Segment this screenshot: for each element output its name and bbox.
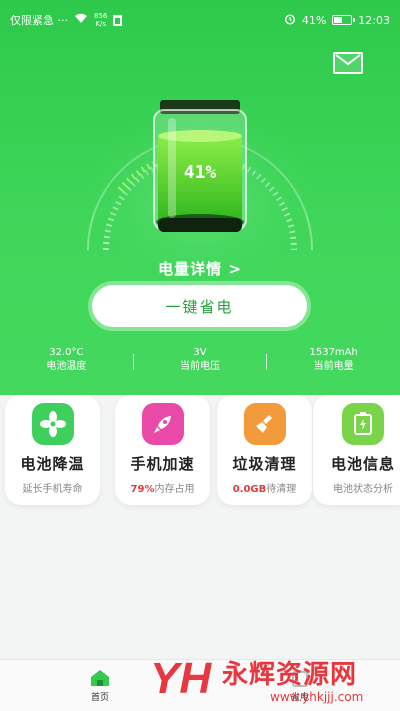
clock: 12:03	[358, 13, 390, 27]
card-title: 电池降温	[20, 455, 85, 473]
card-title: 电池信息	[330, 455, 395, 473]
card-junk-clean[interactable]: 垃圾清理 0.0GB待清理	[217, 395, 312, 505]
site-watermark: YH 永辉资源网 www.yhkjjj.com	[150, 650, 400, 711]
card-title: 手机加速	[130, 455, 195, 473]
battery-gauge: 41%	[70, 70, 330, 280]
stat-label: 当前电压	[180, 361, 220, 372]
card-phone-boost[interactable]: 手机加速 79%内存占用	[115, 395, 210, 505]
card-battery-info[interactable]: 电池信息 电池状态分析	[313, 395, 400, 505]
card-subtitle-text: 电池状态分析	[333, 484, 393, 495]
card-subtitle-text: 延长手机寿命	[22, 484, 83, 495]
network-speed-value: 856	[94, 12, 108, 20]
card-subtitle: 79%内存占用	[115, 480, 210, 495]
battery-status-icon	[332, 15, 356, 25]
broom-icon	[243, 403, 286, 445]
network-speed-unit: K/s	[95, 20, 106, 28]
mail-icon	[335, 54, 361, 66]
card-subtitle: 电池状态分析	[313, 480, 400, 495]
stat-value: 1537mAh	[309, 347, 358, 358]
wifi-icon	[74, 13, 88, 27]
fan-icon	[31, 403, 74, 445]
home-icon	[89, 668, 111, 688]
stat-temperature: 32.0°C 电池温度	[0, 346, 133, 378]
feature-cards: 电池降温 延长手机寿命 手机加速 79%内存占用 垃圾清理 0.0GB待清理 电…	[0, 395, 400, 510]
alarm-icon	[284, 13, 296, 28]
watermark-title: 永辉资源网	[222, 660, 358, 690]
sim-card-icon	[113, 14, 123, 26]
watermark-url: www.yhkjjj.com	[270, 690, 364, 704]
card-title: 垃圾清理	[232, 455, 297, 473]
status-bar: 仅限紧急 ··· 856 K/s 41% 12:03	[0, 0, 400, 40]
card-subtitle: 延长手机寿命	[5, 480, 100, 495]
stat-label: 当前电量	[313, 361, 354, 372]
stat-voltage: 3V 当前电压	[134, 346, 267, 378]
network-speed: 856 K/s	[94, 12, 107, 28]
card-subtitle-text: 待清理	[266, 484, 297, 495]
memory-usage-value: 79%	[130, 484, 155, 495]
power-details-link[interactable]: 电量详情 >	[0, 258, 400, 279]
rocket-icon	[141, 403, 184, 445]
card-battery-cooling[interactable]: 电池降温 延长手机寿命	[5, 395, 100, 505]
battery-stats: 32.0°C 电池温度 3V 当前电压 1537mAh 当前电量	[0, 346, 400, 378]
notification-text: 仅限紧急 ···	[10, 14, 68, 27]
battery-percent: 41%	[301, 13, 327, 27]
one-tap-save-button[interactable]: 一键省电	[92, 285, 307, 327]
stat-capacity: 1537mAh 当前电量	[267, 346, 400, 378]
battery-level-text: 41%	[183, 162, 217, 183]
card-subtitle-text: 内存占用	[154, 484, 195, 495]
stat-label: 电池温度	[46, 361, 87, 372]
card-subtitle: 0.0GB待清理	[217, 480, 312, 495]
stat-value: 32.0°C	[49, 347, 84, 358]
battery-info-icon	[342, 403, 384, 445]
mail-button[interactable]	[333, 52, 363, 74]
stat-value: 3V	[193, 347, 207, 358]
watermark-logo: YH	[150, 654, 212, 703]
junk-size-value: 0.0GB	[232, 484, 267, 495]
